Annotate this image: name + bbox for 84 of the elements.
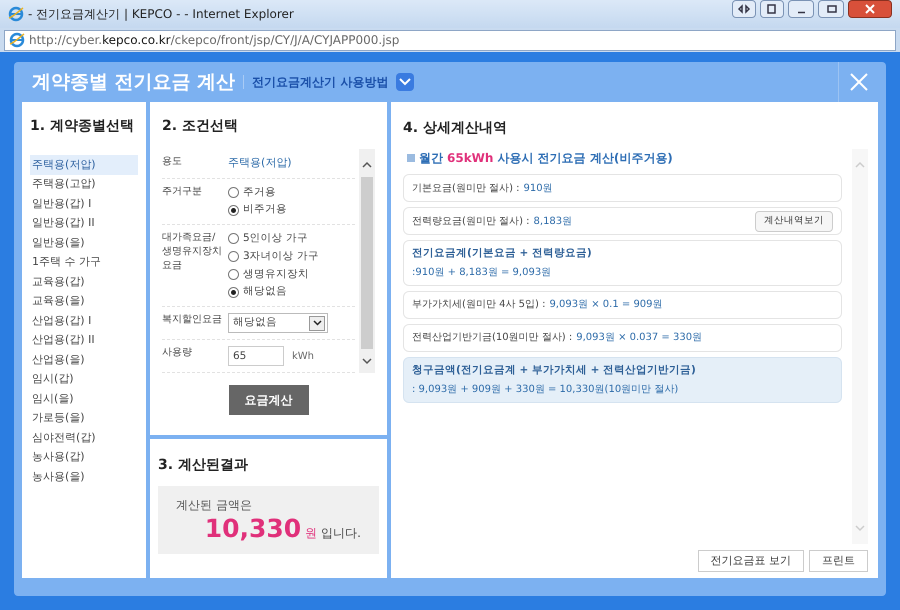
radio-button[interactable] (228, 186, 239, 198)
contract-type-item[interactable]: 산업용(갑) I (30, 311, 138, 330)
contract-type-item[interactable]: 교육용(을) (30, 292, 138, 311)
detail-label: 청구금액(전기요금계 + 부가가치세 + 전력산업기반기금) (412, 362, 697, 378)
section-heading: 2. 조건선택 (162, 117, 239, 136)
radio-button[interactable] (228, 233, 239, 244)
minimize-icon (796, 10, 806, 14)
close-button[interactable] (848, 0, 892, 18)
field-value: 주택용(저압) (228, 155, 292, 171)
detail-value: 8,183원 (534, 214, 572, 228)
section-heading: 1. 계약종별선택 (30, 117, 135, 136)
unit-label: kWh (291, 350, 314, 364)
rate-table-button[interactable]: 전기요금표 보기 (698, 550, 804, 572)
scrollbar[interactable] (359, 149, 375, 373)
contract-type-item[interactable]: 1주택 수 가구 (30, 252, 138, 272)
radio-label: 생명유지장치 (243, 266, 309, 282)
radio-label: 해당없음 (243, 284, 287, 300)
detail-value: :910원 + 8,183원 = 9,093원 (412, 266, 552, 280)
radio-button[interactable] (228, 204, 239, 216)
browser-logo-icon (9, 32, 25, 48)
radio-button[interactable] (228, 251, 239, 262)
detail-label: 전력량요금(원미만 절사) : (412, 214, 530, 228)
contract-type-item[interactable]: 일반용(을) (30, 233, 138, 252)
detail-label: 전기요금계(기본요금 + 전력량요금) (412, 246, 593, 261)
contract-type-item[interactable]: 농사용(을) (30, 467, 138, 486)
radio-label: 비주거용 (243, 202, 287, 218)
detail-label: 기본요금(원미만 절사) : (412, 182, 520, 196)
field-label: 사용량 (162, 346, 193, 360)
contract-type-item[interactable]: 임시(갑) (30, 370, 138, 389)
arrows-icon (736, 2, 752, 16)
radio-button[interactable] (228, 286, 239, 298)
detail-value: : 9,093원 + 909원 + 330원 = 10,330원(10원미만 절사) (412, 382, 680, 396)
detail-label: 부가가치세(원미만 4사 5입) : (412, 298, 546, 312)
square-bullet-icon (407, 154, 415, 162)
detail-label: 전력산업기반기금(10원미만 절사) : (412, 331, 572, 346)
chevron-down-icon[interactable] (362, 357, 372, 365)
result-text: 계산된 금액은 (176, 497, 253, 514)
maximize-button[interactable] (818, 0, 844, 18)
radio-button[interactable] (228, 268, 239, 280)
view-details-button[interactable]: 계산내역보기 (755, 210, 833, 232)
chevron-down-icon[interactable] (396, 73, 414, 91)
field-label: 복지할인요금 (162, 313, 223, 327)
detail-value: 9,093원 × 0.1 = 909원 (549, 298, 663, 312)
contract-type-item[interactable]: 일반용(갑) II (30, 214, 138, 233)
radio-label: 주거용 (243, 184, 276, 200)
field-label: 대가족요금/생명유지장치요금 (162, 231, 223, 273)
contract-type-item[interactable]: 일반용(갑) I (30, 194, 138, 214)
contract-type-item[interactable]: 교육용(갑) (30, 272, 138, 292)
contract-type-item[interactable]: 주택용(저압) (30, 155, 138, 174)
input-field[interactable]: 65 (228, 346, 284, 366)
contract-type-item[interactable]: 주택용(고압) (30, 174, 138, 194)
field-label: 주거구분 (162, 184, 203, 198)
currency-unit: 원 (305, 525, 318, 542)
contract-type-item[interactable]: 임시(을) (30, 389, 138, 408)
result-text: 입니다. (321, 525, 361, 542)
tab-view-button[interactable] (760, 0, 784, 18)
result-amount: 10,330 (204, 514, 302, 544)
browser-logo-icon (8, 6, 24, 22)
contract-type-item[interactable]: 가로등(을) (30, 408, 138, 428)
print-button[interactable]: 프린트 (809, 550, 868, 572)
calculate-button[interactable]: 요금계산 (228, 385, 308, 415)
radio-label: 3자녀이상 가구 (243, 248, 320, 264)
detail-value: 9,093원 × 0.037 = 330원 (576, 331, 702, 346)
chevron-down-icon (309, 316, 325, 330)
detail-title: 사용시 전기요금 계산(비주거용) (497, 150, 673, 167)
field-label: 용도 (162, 155, 183, 169)
contract-type-item[interactable]: 심야전력(갑) (30, 428, 138, 448)
close-icon (864, 4, 876, 14)
window-title: - 전기요금계산기 | KEPCO - - Internet Explorer (28, 6, 294, 23)
contract-type-item[interactable]: 농사용(갑) (30, 448, 138, 467)
address-field[interactable]: http://cyber.kepco.co.kr/ckepco/front/jsp/CY/J/A/CYJAPP000.jsp (4, 30, 896, 50)
detail-title: 월간 (419, 150, 443, 167)
detail-title: 65kWh (447, 150, 494, 167)
detail-value: 910원 (524, 182, 553, 196)
dialog-title: 계약종별 전기요금 계산 (31, 70, 236, 95)
compat-view-button[interactable] (732, 0, 756, 18)
contract-type-item[interactable]: 산업용(갑) II (30, 330, 138, 350)
section-heading: 3. 계산된결과 (158, 456, 249, 475)
radio-label: 5인이상 가구 (243, 231, 308, 246)
contract-type-item[interactable]: 산업용(을) (30, 350, 138, 370)
dropdown[interactable]: 해당없음 (228, 313, 328, 333)
close-icon (850, 73, 868, 91)
section-heading: 4. 상세계산내역 (403, 119, 508, 138)
chevron-up-icon[interactable] (362, 161, 372, 169)
